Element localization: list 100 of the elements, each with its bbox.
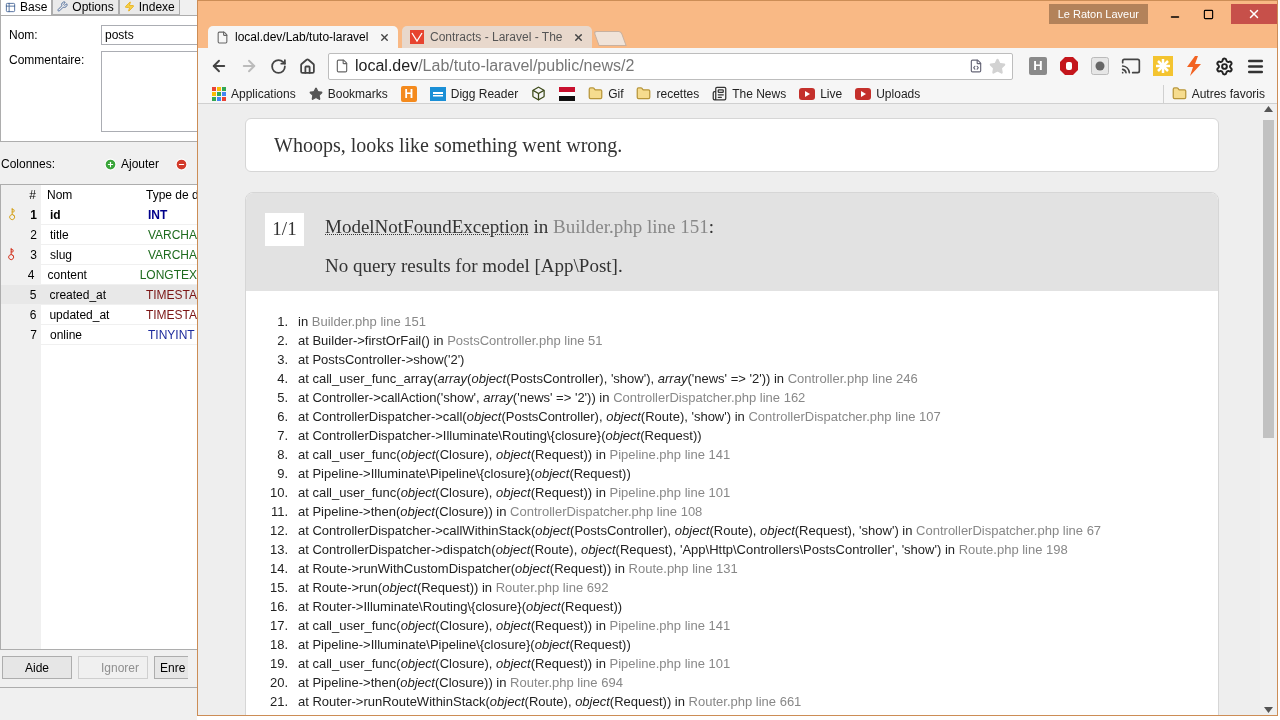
- table-cell-text: title: [48, 226, 70, 244]
- column-header[interactable]: Nom: [37, 186, 137, 204]
- table-cell-text: 6: [28, 306, 37, 324]
- stack-frame: at Router->runRouteWithinStack(object(Route), object(Request)) in Router.php line 661: [298, 691, 802, 712]
- bookmark[interactable]: Live: [799, 84, 843, 103]
- url-text: local.dev/Lab/tuto-laravel/public/news/2: [355, 56, 636, 76]
- add-icon: [104, 157, 117, 171]
- stack-frame: at Pipeline->then(object(Closure)) in ControllerDispatcher.php line 108: [298, 501, 703, 522]
- table-cell-text: updated_at: [48, 306, 111, 324]
- cube-icon: [531, 86, 547, 101]
- line-number: 21.: [268, 692, 288, 711]
- line-number: 5.: [276, 388, 288, 407]
- exception-counter: 1/1: [265, 213, 304, 246]
- wrench-icon: [57, 1, 69, 12]
- stack-frame: at call_user_func_array(array(object(PostsController), 'show'), array('news' => '2')) in Controller.php line 246: [298, 368, 918, 389]
- bookmark-star-icon[interactable]: [989, 57, 1006, 75]
- table-cell-text: id: [49, 206, 62, 224]
- exception-message: No query results for model [App\Post].: [325, 253, 624, 278]
- line-number: 18.: [268, 635, 288, 654]
- line-number: 2.: [276, 331, 288, 350]
- folder-icon: [588, 86, 604, 101]
- stack-frame: at Route->run(object(Request)) in Router.php line 692: [298, 577, 609, 598]
- stack-frame: at Controller->callAction('show', array('news' => '2')) in ControllerDispatcher.php line 162: [298, 387, 806, 408]
- stack-frame: at call_user_func(object(Closure), object(Request)) in Pipeline.php line 101: [298, 482, 731, 503]
- browser-tab[interactable]: Contracts - Laravel - The: [402, 26, 592, 48]
- tab[interactable]: Base: [0, 0, 53, 15]
- browser-tab[interactable]: local.dev/Lab/tuto-laravel: [208, 26, 398, 48]
- line-number: 3.: [276, 350, 288, 369]
- bookmark[interactable]: [559, 86, 576, 101]
- maximize-icon[interactable]: [1203, 9, 1214, 20]
- bookmark[interactable]: Autres favoris: [1162, 84, 1265, 103]
- dialog-button[interactable]: Aide: [2, 656, 72, 679]
- bookmark[interactable]: The News: [712, 84, 787, 103]
- table-cell-text: 3: [29, 246, 37, 264]
- table-row[interactable]: 7 online TINYINT: [1, 325, 197, 345]
- back-icon[interactable]: [210, 57, 228, 75]
- stack-frame: at PostsController->show('2'): [298, 349, 465, 370]
- stack-frame: at Builder->firstOrFail() in PostsController.php line 51: [298, 330, 603, 351]
- line-number: 19.: [268, 654, 288, 673]
- table-cell-text: online: [49, 326, 84, 344]
- field-label: Commentaire:: [9, 52, 86, 69]
- table-cell-text: TIMESTA: [144, 306, 197, 324]
- line-number: 6.: [276, 407, 288, 426]
- bookmark[interactable]: Uploads: [855, 84, 921, 103]
- cast-icon[interactable]: [1121, 56, 1141, 76]
- line-number: 8.: [276, 445, 288, 464]
- bookmark[interactable]: Applications: [212, 84, 296, 103]
- settings-icon[interactable]: [1215, 56, 1234, 76]
- exception-title: ModelNotFoundException in Builder.php line 151:: [325, 215, 714, 239]
- dialog-button[interactable]: Enre: [154, 656, 189, 679]
- table-cell-text: VARCHA: [146, 226, 197, 244]
- stack-frame: at Pipeline->Illuminate\Pipeline\{closure}(object(Request)): [298, 463, 631, 484]
- star-icon: [308, 86, 323, 101]
- bolt-icon[interactable]: [1185, 56, 1203, 76]
- table-row[interactable]: 1 id INT: [1, 205, 197, 225]
- address-bar[interactable]: local.dev/Lab/tuto-laravel/public/news/2: [328, 52, 1013, 80]
- reload-icon[interactable]: [270, 57, 287, 75]
- line-number: 17.: [268, 616, 288, 635]
- table-cell-text: 5: [28, 286, 37, 304]
- add-button[interactable]: Ajouter: [104, 155, 160, 173]
- newspaper-icon: [712, 86, 728, 101]
- remove-icon[interactable]: [175, 157, 189, 171]
- name-field[interactable]: posts: [101, 25, 197, 45]
- table-row[interactable]: 3 slug VARCHA: [1, 245, 197, 265]
- line-number: 14.: [268, 559, 288, 578]
- stack-frame: at Router->Illuminate\Routing\{closure}(object(Request)): [298, 596, 623, 617]
- line-number: 16.: [268, 597, 288, 616]
- scroll-down-icon[interactable]: [1264, 707, 1273, 713]
- record-icon[interactable]: [1091, 57, 1109, 75]
- table-icon: [5, 1, 16, 13]
- line-number: 7.: [276, 426, 288, 445]
- table-cell-text: TIMESTA: [144, 286, 197, 304]
- section-label: Colonnes:: [0, 156, 57, 173]
- stack-frame: at call_user_func(object(Closure), object(Request)) in Pipeline.php line 101: [298, 653, 731, 674]
- table-row[interactable]: 5 created_at TIMESTA: [1, 285, 197, 305]
- stop-hand-icon[interactable]: [1059, 56, 1079, 76]
- bookmark[interactable]: Gif: [588, 84, 624, 103]
- scrollbar[interactable]: [1260, 104, 1277, 715]
- scroll-up-icon[interactable]: [1264, 106, 1273, 112]
- table-row[interactable]: 6 updated_at TIMESTA: [1, 305, 197, 325]
- field-label: Nom:: [9, 27, 39, 44]
- close-icon[interactable]: [573, 31, 584, 43]
- tab[interactable]: Options: [52, 0, 119, 15]
- bookmark[interactable]: Digg Reader: [429, 84, 519, 103]
- table-cell-text: LONGTEX: [138, 266, 197, 284]
- table-cell-text: 1: [29, 206, 37, 224]
- stack-frame: at call_user_func(object(Closure), object(Request)) in Pipeline.php line 141: [298, 615, 731, 636]
- table-cell-text: VARCHA: [146, 246, 197, 264]
- table-cell-text: content: [46, 266, 88, 284]
- tab[interactable]: Indexe: [118, 0, 180, 15]
- bookmark[interactable]: recettes: [636, 84, 700, 103]
- table-row[interactable]: 2 title VARCHA: [1, 225, 197, 245]
- stack-frame: at Route->runWithCustomDispatcher(object(Request)) in Route.php line 131: [298, 558, 738, 579]
- bookmark[interactable]: [531, 86, 547, 101]
- home-icon[interactable]: [299, 57, 316, 75]
- close-icon: [1247, 7, 1261, 21]
- bookmark[interactable]: Bookmarks: [308, 84, 388, 103]
- column-header[interactable]: #: [1, 186, 37, 204]
- page-source-icon[interactable]: [969, 59, 983, 73]
- close-icon[interactable]: [379, 31, 390, 43]
